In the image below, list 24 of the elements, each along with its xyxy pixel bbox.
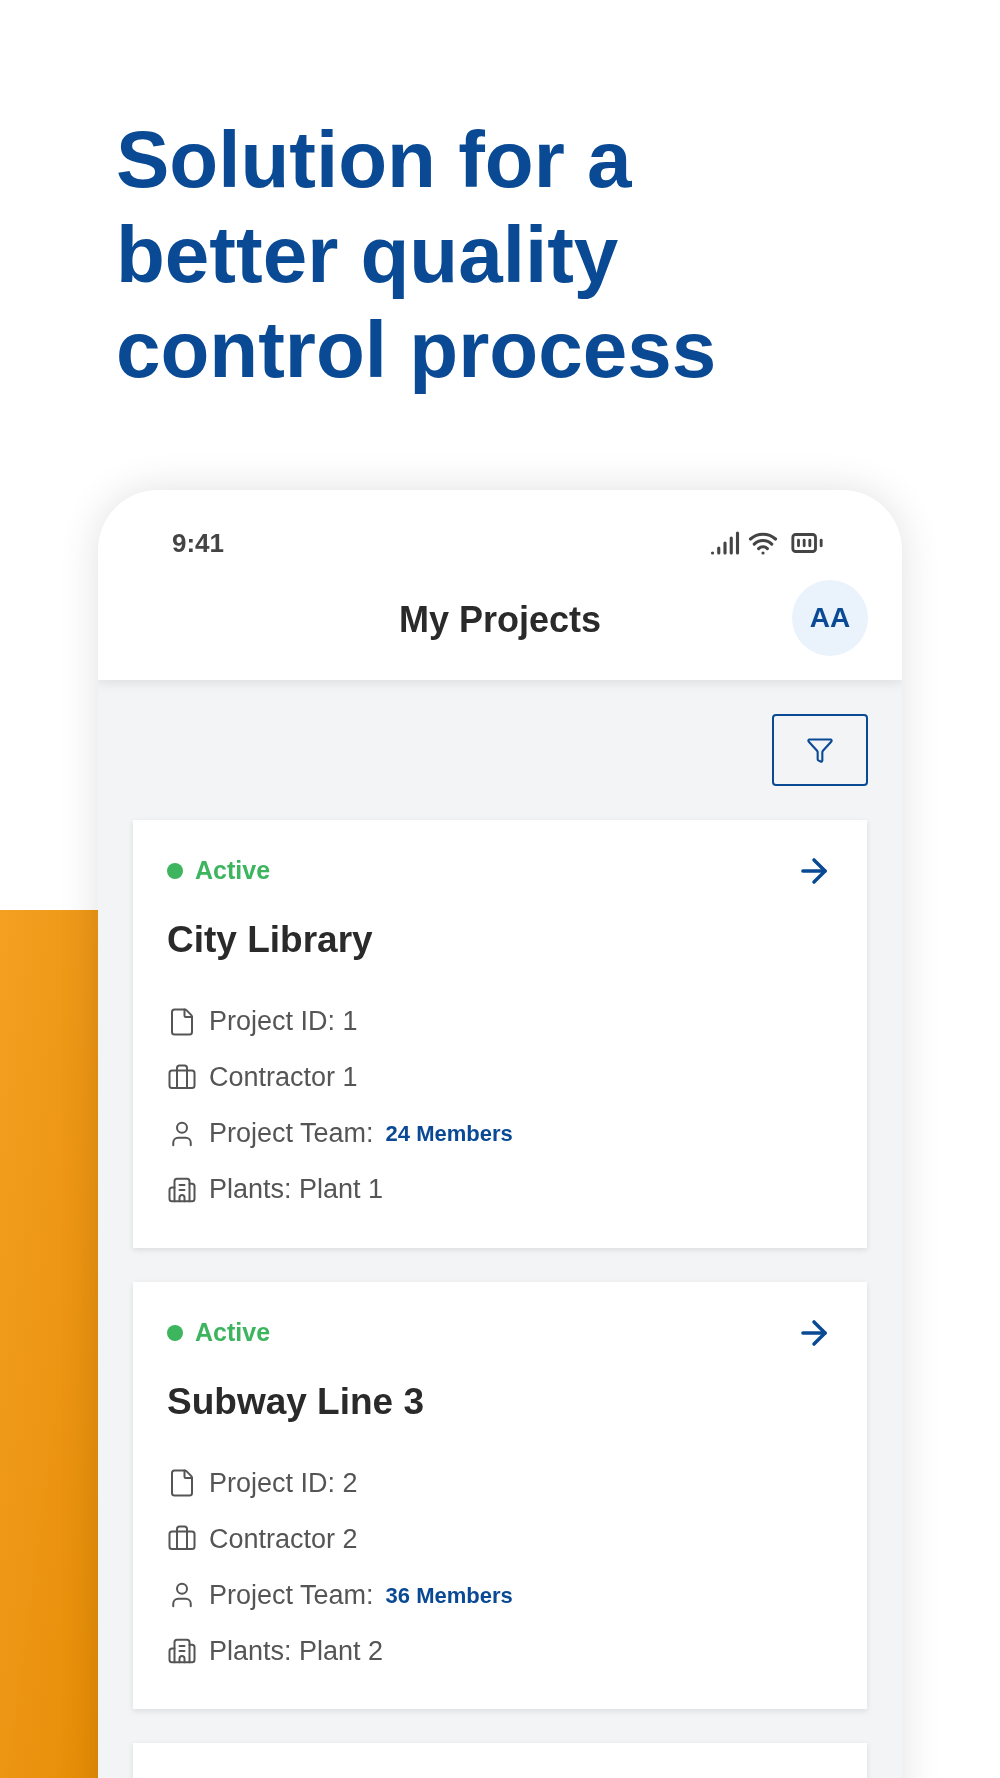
team-count-link[interactable]: 36 Members <box>385 1578 513 1612</box>
team-label: Project Team: <box>209 1117 374 1151</box>
contractor: Contractor 1 <box>209 1061 358 1095</box>
team-label: Project Team: <box>209 1578 374 1612</box>
plants: Plants: Plant 2 <box>209 1634 384 1668</box>
status-label: Active <box>195 855 271 887</box>
signal-icon <box>710 528 740 558</box>
status-label: Active <box>195 1316 271 1348</box>
plants: Plants: Plant 1 <box>209 1173 384 1207</box>
status-time: 9:41 <box>172 526 225 560</box>
page-title: My Projects <box>398 598 602 642</box>
filter-button[interactable] <box>772 714 868 786</box>
project-card[interactable]: Active Subway Line 3 Project ID: 2 Contractor 2 Project Team: 36 Members Plants: Plant 2 <box>133 1281 867 1709</box>
avatar[interactable]: AA <box>792 580 868 656</box>
project-card[interactable]: Active City Library Project ID: 1 Contractor 1 Project Team: 24 Members Plants: Plant 1 <box>133 820 867 1248</box>
project-name: Subway Line 3 <box>167 1379 425 1424</box>
building-icon <box>167 1636 197 1666</box>
contractor: Contractor 2 <box>209 1522 358 1556</box>
team-count-link[interactable]: 24 Members <box>385 1117 513 1150</box>
headline: Solution for a better quality control process <box>115 114 718 396</box>
project-id: Project ID: 2 <box>209 1466 358 1500</box>
project-id: Project ID: 1 <box>209 1005 358 1039</box>
filter-icon <box>806 736 834 764</box>
project-name: City Library <box>167 918 374 962</box>
